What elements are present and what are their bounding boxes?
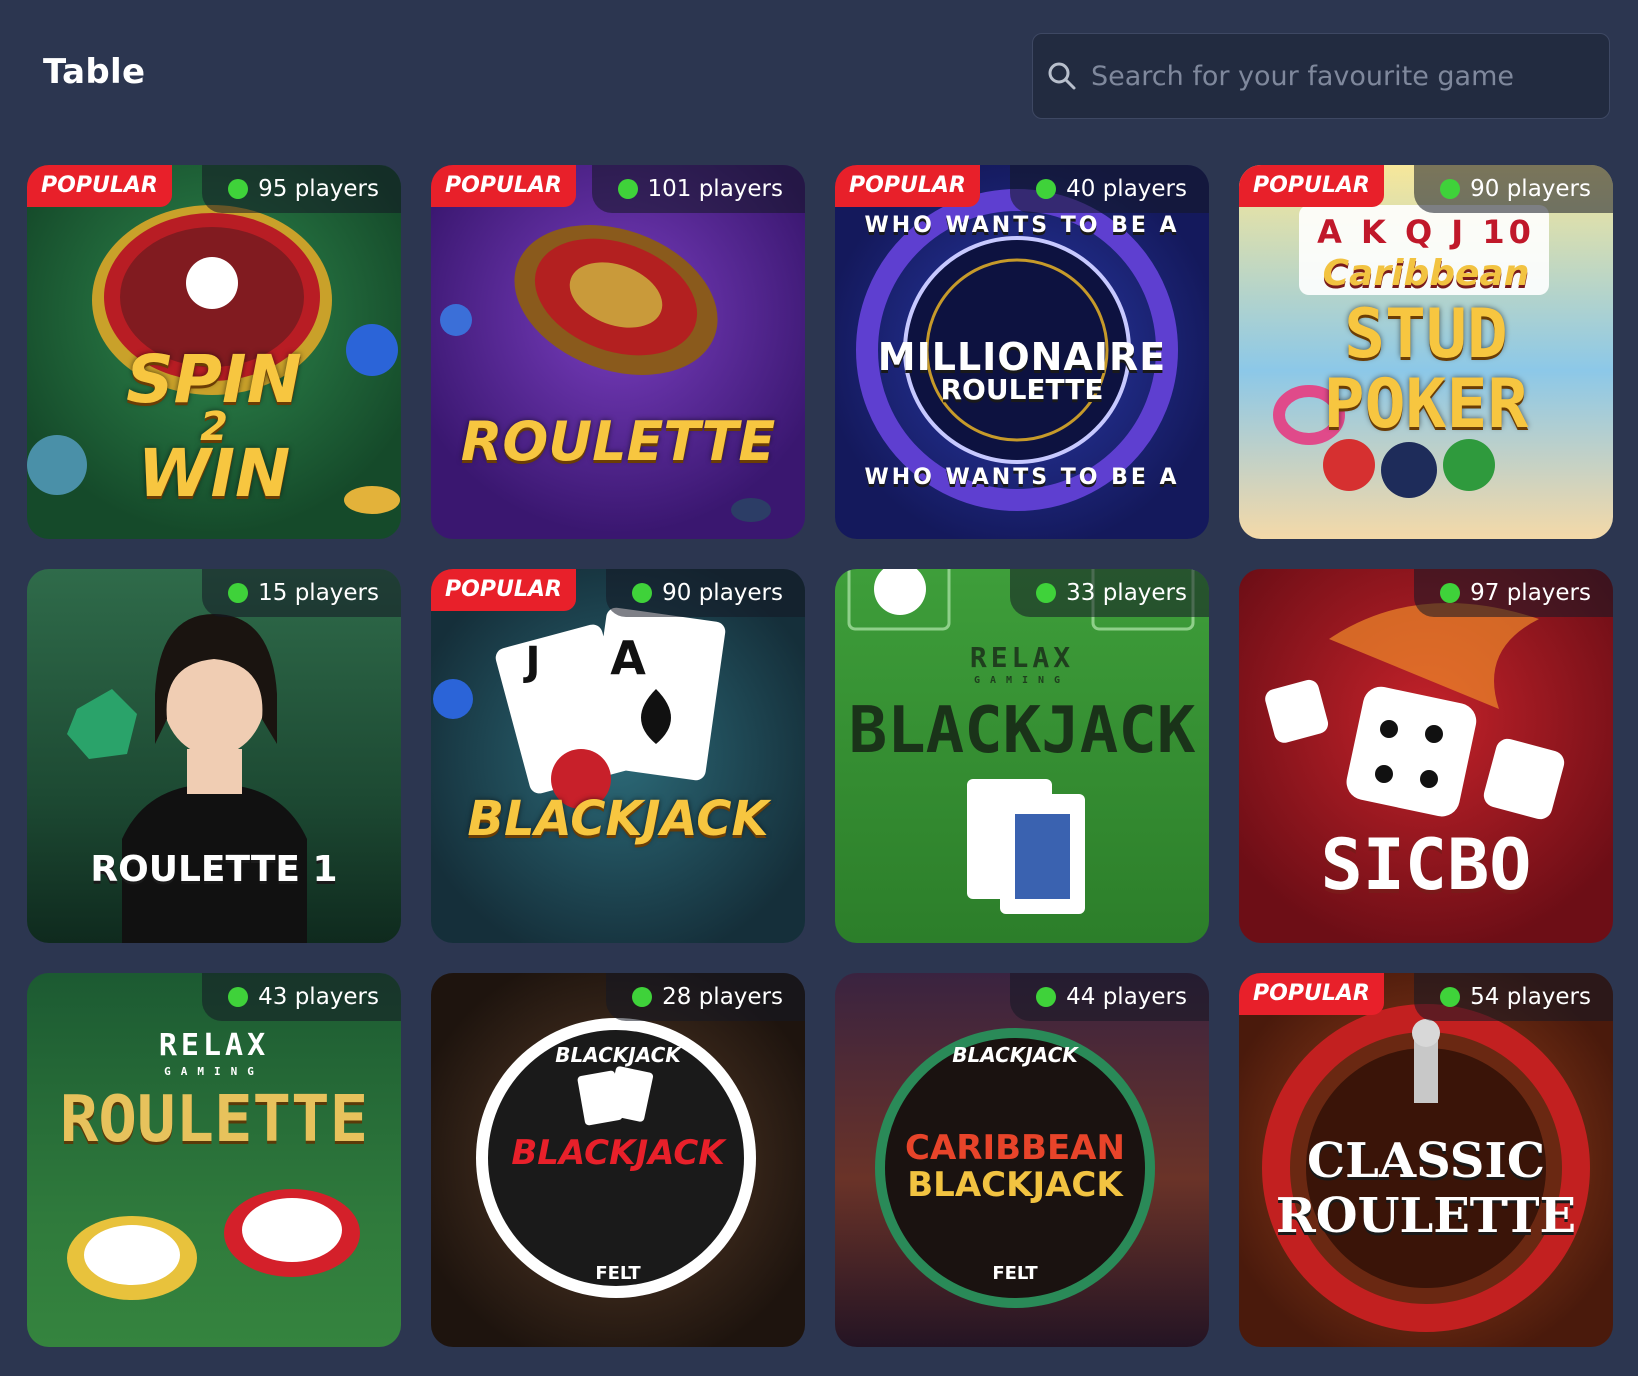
popular-badge: POPULAR (835, 165, 980, 207)
game-logo-sub: CARIBBEAN (905, 1128, 1125, 1168)
provider-sub: GAMING (164, 1065, 264, 1078)
game-card-roulette[interactable]: ROULETTE POPULAR 101 players (431, 165, 805, 539)
game-card-caribbean-stud-poker[interactable]: A K Q J 10 Caribbean STUD POKER POPULAR … (1239, 165, 1613, 539)
game-logo: BLACKJACK (907, 1165, 1123, 1205)
online-dot-icon (1036, 179, 1057, 199)
game-card-sicbo[interactable]: SICBO 97 players (1239, 569, 1613, 943)
game-logo-sub: ROULETTE (940, 373, 1104, 406)
search-icon (1047, 61, 1077, 91)
player-count: 54 players (1414, 973, 1613, 1021)
online-dot-icon (617, 179, 638, 199)
online-dot-icon (228, 179, 249, 199)
player-count: 95 players (202, 165, 401, 213)
player-count: 90 players (1414, 165, 1613, 213)
player-count: 28 players (606, 973, 805, 1021)
search-bar[interactable] (1032, 33, 1610, 119)
player-count: 33 players (1010, 569, 1209, 617)
game-logo: ROULETTE (460, 410, 776, 473)
game-logo-bottom: FELT (595, 1263, 641, 1284)
popular-badge: POPULAR (431, 165, 576, 207)
player-count: 97 players (1414, 569, 1613, 617)
game-card-caribbean-blackjack[interactable]: BLACKJACK CARIBBEAN BLACKJACK FELT 44 pl… (835, 973, 1209, 1347)
player-count: 40 players (1010, 165, 1209, 213)
popular-badge: POPULAR (431, 569, 576, 611)
provider-sub: GAMING (973, 675, 1071, 686)
game-logo: SICBO (1320, 824, 1532, 906)
game-logo: BLACKJACK (467, 791, 769, 847)
popular-badge: POPULAR (27, 165, 172, 207)
game-logo: ROULETTE (59, 1083, 369, 1157)
game-logo-2: POKER (1323, 365, 1529, 444)
game-logo: STUD (1344, 295, 1508, 374)
game-card-blackjack[interactable]: J A BLACKJACK POPULAR 90 players (431, 569, 805, 943)
game-logo-sub: Caribbean (1322, 253, 1530, 294)
game-tagline-top: WHO WANTS TO BE A (864, 213, 1180, 238)
game-logo-2: ROULETTE (1275, 1188, 1577, 1244)
game-card-blackjack-felt[interactable]: BLACKJACK BLACKJACK FELT 28 players (431, 973, 805, 1347)
game-thumbnail (431, 569, 805, 943)
provider-logo: RELAX (969, 641, 1075, 674)
game-logo-top: BLACKJACK (952, 1043, 1078, 1067)
card-a-label: A (610, 631, 646, 685)
page-title: Table (43, 52, 146, 92)
online-dot-icon (1036, 583, 1057, 603)
online-dot-icon (1440, 583, 1461, 603)
player-count: 101 players (591, 165, 805, 213)
game-logo-bottom: FELT (992, 1263, 1038, 1284)
online-dot-icon (1440, 179, 1461, 199)
online-dot-icon (1440, 987, 1461, 1007)
game-tagline-bottom: WHO WANTS TO BE A (864, 465, 1180, 490)
player-count: 90 players (606, 569, 805, 617)
game-card-classic-roulette[interactable]: CLASSIC ROULETTE POPULAR 54 players (1239, 973, 1613, 1347)
game-card-spin2win[interactable]: SPIN 2 WIN POPULAR 95 players (27, 165, 401, 539)
popular-badge: POPULAR (1239, 165, 1384, 207)
search-input[interactable] (1089, 59, 1609, 93)
game-logo: SPIN 2 WIN (126, 341, 302, 512)
game-card-millionaire-roulette[interactable]: WHO WANTS TO BE A MILLIONAIRE ROULETTE W… (835, 165, 1209, 539)
game-logo: BLACKJACK (511, 1133, 725, 1173)
game-card-ranks: A K Q J 10 (1317, 213, 1535, 251)
player-count: 43 players (202, 973, 401, 1021)
game-card-relax-blackjack[interactable]: RELAX GAMING BLACKJACK 33 players (835, 569, 1209, 943)
game-logo: ROULETTE 1 (90, 849, 338, 890)
online-dot-icon (1036, 987, 1057, 1007)
player-count: 15 players (202, 569, 401, 617)
game-logo: BLACKJACK (848, 694, 1196, 768)
player-count: 44 players (1010, 973, 1209, 1021)
online-dot-icon (228, 987, 249, 1007)
game-logo-top: BLACKJACK (555, 1043, 681, 1067)
game-logo: CLASSIC (1306, 1133, 1546, 1189)
online-dot-icon (632, 987, 653, 1007)
popular-badge: POPULAR (1239, 973, 1384, 1015)
provider-logo: RELAX (158, 1028, 270, 1063)
game-card-relax-roulette[interactable]: RELAX GAMING ROULETTE 43 players (27, 973, 401, 1347)
online-dot-icon (632, 583, 653, 603)
game-thumbnail (431, 165, 805, 539)
game-card-roulette-1[interactable]: ROULETTE 1 15 players (27, 569, 401, 943)
online-dot-icon (228, 583, 249, 603)
